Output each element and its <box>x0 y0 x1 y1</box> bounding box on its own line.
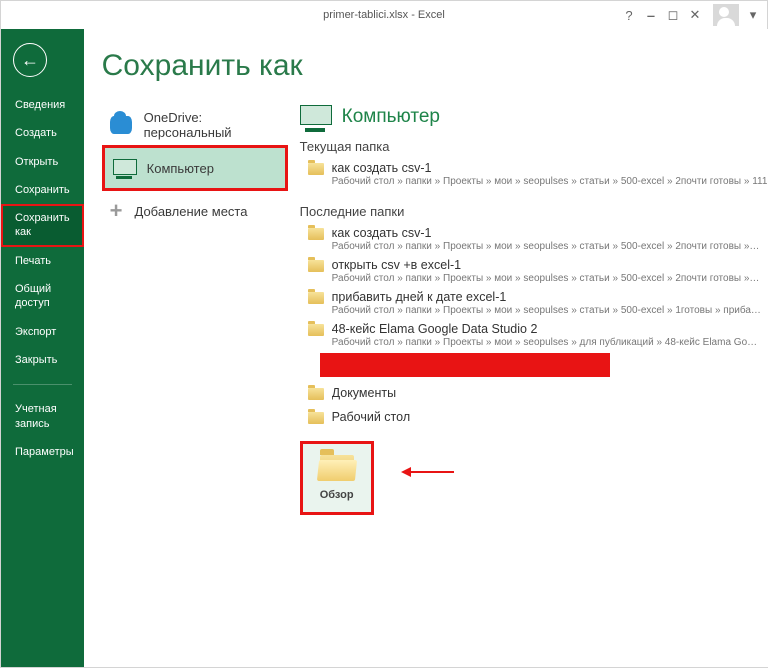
sidebar-item-close[interactable]: Закрыть <box>1 346 84 374</box>
folder-name: 48-кейс Elama Google Data Studio 2 <box>332 322 768 336</box>
folder-name: Рабочий стол <box>332 410 768 424</box>
folder-icon <box>308 324 324 336</box>
sidebar-separator <box>13 384 72 385</box>
location-addplace[interactable]: + Добавление места <box>102 191 288 231</box>
location-label: Компьютер <box>147 161 214 176</box>
cloud-icon <box>110 116 132 134</box>
location-label: Добавление места <box>135 204 248 219</box>
folder-path: Рабочий стол » папки » Проекты » мои » s… <box>332 273 768 284</box>
section-title: Компьютер <box>342 106 440 128</box>
window-controls: ? ‒ ◻ ✕ ▾ <box>621 4 767 26</box>
window-title: primer-tablici.xlsx - Excel <box>323 9 445 21</box>
folder-icon <box>308 260 324 272</box>
folder-icon <box>308 292 324 304</box>
arrow-annotation <box>404 471 454 473</box>
folder-name: как создать csv-1 <box>332 161 768 175</box>
page-title: Сохранить как <box>84 29 768 105</box>
folder-open-icon <box>320 455 354 481</box>
location-computer[interactable]: Компьютер <box>102 145 288 191</box>
folder-item[interactable]: как создать csv-1 Рабочий стол » папки »… <box>300 223 768 255</box>
avatar[interactable] <box>713 4 739 26</box>
help-icon[interactable]: ? <box>621 8 637 23</box>
computer-icon <box>113 159 135 177</box>
sidebar-item-account[interactable]: Учетная запись <box>1 395 84 438</box>
back-button[interactable]: ← <box>13 43 47 77</box>
folder-item[interactable]: 48-кейс Elama Google Data Studio 2 Рабоч… <box>300 319 768 351</box>
folder-name: как создать csv-1 <box>332 226 768 240</box>
chevron-down-icon[interactable]: ▾ <box>745 7 761 23</box>
location-label: OneDrive: персональный <box>144 110 288 140</box>
sidebar: ← Сведения Создать Открыть Сохранить Сох… <box>1 29 84 667</box>
locations-list: OneDrive: персональный Компьютер + Добав… <box>84 105 294 667</box>
folder-name: прибавить дней к дате excel-1 <box>332 290 768 304</box>
computer-icon <box>300 105 330 129</box>
main-panel: Сохранить как OneDrive: персональный Ком… <box>84 29 768 667</box>
minimize-icon[interactable]: ‒ <box>643 8 659 23</box>
restore-icon[interactable]: ◻ <box>665 7 681 23</box>
close-icon[interactable]: ✕ <box>687 7 703 23</box>
folder-name: открыть csv +в excel-1 <box>332 258 768 272</box>
folder-path: Рабочий стол » папки » Проекты » мои » s… <box>332 241 768 252</box>
location-onedrive[interactable]: OneDrive: персональный <box>102 105 288 145</box>
sidebar-item-info[interactable]: Сведения <box>1 91 84 119</box>
sidebar-item-print[interactable]: Печать <box>1 247 84 275</box>
folder-icon <box>308 163 324 175</box>
folder-panel: Компьютер Текущая папка как создать csv-… <box>294 105 768 667</box>
sidebar-item-options[interactable]: Параметры <box>1 438 84 466</box>
plus-icon: + <box>110 198 123 224</box>
folder-icon <box>308 412 324 424</box>
sidebar-item-open[interactable]: Открыть <box>1 148 84 176</box>
folder-item[interactable]: Документы <box>300 381 768 405</box>
recent-folders-label: Последние папки <box>300 204 768 219</box>
sidebar-item-export[interactable]: Экспорт <box>1 318 84 346</box>
sidebar-item-new[interactable]: Создать <box>1 119 84 147</box>
folder-item[interactable]: как создать csv-1 Рабочий стол » папки »… <box>300 158 768 190</box>
sidebar-item-share[interactable]: Общий доступ <box>1 275 84 318</box>
redacted-block <box>320 353 610 377</box>
browse-button[interactable]: Обзор <box>300 441 374 515</box>
current-folder-label: Текущая папка <box>300 139 768 154</box>
folder-path: Рабочий стол » папки » Проекты » мои » s… <box>332 337 768 348</box>
folder-path: Рабочий стол » папки » Проекты » мои » s… <box>332 176 768 187</box>
folder-icon <box>308 228 324 240</box>
folder-path: Рабочий стол » папки » Проекты » мои » s… <box>332 305 768 316</box>
folder-item[interactable]: открыть csv +в excel-1 Рабочий стол » па… <box>300 255 768 287</box>
titlebar: primer-tablici.xlsx - Excel ? ‒ ◻ ✕ ▾ <box>1 1 767 29</box>
folder-item[interactable]: Рабочий стол <box>300 405 768 429</box>
sidebar-item-saveas[interactable]: Сохранить как <box>1 204 84 247</box>
folder-icon <box>308 388 324 400</box>
folder-name: Документы <box>332 386 768 400</box>
folder-item[interactable]: прибавить дней к дате excel-1 Рабочий ст… <box>300 287 768 319</box>
browse-label: Обзор <box>320 489 354 501</box>
sidebar-item-save[interactable]: Сохранить <box>1 176 84 204</box>
